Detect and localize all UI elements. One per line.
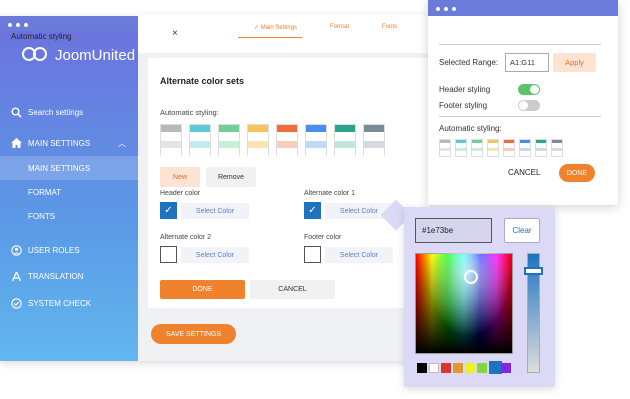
footer-color-label: Footer color (304, 234, 342, 241)
popup-style-swatch[interactable] (503, 139, 515, 157)
sidebar-subitem-main-settings[interactable]: MAIN SETTINGS (0, 156, 138, 180)
card-title: Alternate color sets (160, 76, 245, 86)
popup-titlebar (428, 0, 618, 16)
style-swatch[interactable] (363, 124, 385, 157)
sidebar-subitem-label: FORMAT (28, 187, 62, 197)
style-swatch[interactable] (218, 124, 240, 157)
tab-fonts[interactable]: Fonts (382, 24, 397, 30)
popup-title: Automatic styling (11, 32, 72, 41)
popup-automatic-styling-label: Automatic styling: (439, 124, 502, 133)
style-swatch[interactable] (247, 124, 269, 157)
sidebar-item-system-check[interactable]: SYSTEM CHECK (0, 291, 138, 315)
popup-style-swatch[interactable] (439, 139, 451, 157)
alternate-color-1-checkbox[interactable]: ✓ (304, 202, 321, 219)
home-icon (10, 137, 22, 149)
popup-style-swatch[interactable] (519, 139, 531, 157)
cancel-button[interactable]: CANCEL (250, 280, 335, 299)
divider (439, 116, 601, 117)
sidebar-item-label: USER ROLES (28, 245, 80, 255)
sidebar-item-user-roles[interactable]: USER ROLES (0, 238, 138, 262)
check-circle-icon (10, 297, 22, 309)
footer-styling-label: Footer styling (439, 101, 488, 110)
style-swatch[interactable] (334, 124, 356, 157)
close-icon[interactable]: × (172, 28, 178, 39)
style-swatch[interactable] (305, 124, 327, 157)
search-settings-label: Search settings (28, 107, 84, 117)
popup-cancel-button[interactable]: CANCEL (508, 168, 540, 177)
popup-style-swatch[interactable] (471, 139, 483, 157)
palette-swatch[interactable] (429, 363, 439, 373)
footer-color-checkbox[interactable] (304, 246, 321, 263)
sidebar-item-label: MAIN SETTINGS (28, 138, 91, 148)
sidebar-item-main-settings[interactable]: MAIN SETTINGS ︿ (0, 131, 138, 155)
remove-button[interactable]: Remove (206, 167, 256, 187)
new-button[interactable]: New (160, 167, 200, 187)
style-swatch[interactable] (189, 124, 211, 157)
done-button[interactable]: DONE (160, 280, 245, 299)
tab-main-settings[interactable]: ✓ Main Settings (254, 24, 297, 31)
style-swatch[interactable] (276, 124, 298, 157)
tab-format[interactable]: Format (330, 24, 349, 30)
palette-swatch[interactable] (453, 363, 463, 373)
selected-range-label: Selected Range: (439, 58, 499, 67)
sidebar-subitem-fonts[interactable]: FONTS (0, 204, 138, 228)
header-color-checkbox[interactable]: ✓ (160, 202, 177, 219)
search-settings[interactable]: Search settings (0, 100, 138, 124)
active-tab-underline (238, 37, 302, 38)
alternate-color-2-checkbox[interactable] (160, 246, 177, 263)
alternate-color-1-label: Alternate color 1 (304, 190, 355, 197)
sidebar-item-label: SYSTEM CHECK (28, 298, 92, 308)
alternate-color-2-select-button[interactable]: Select Color (181, 247, 249, 263)
spectrum-highlight (415, 253, 513, 354)
header-styling-toggle[interactable] (518, 84, 540, 95)
sidebar-subitem-label: MAIN SETTINGS (28, 163, 91, 173)
sidebar-subitem-format[interactable]: FORMAT (0, 180, 138, 204)
palette-swatch[interactable] (477, 363, 487, 373)
popup-style-swatch[interactable] (487, 139, 499, 157)
automatic-styling-label: Automatic styling: (160, 108, 219, 117)
clear-button[interactable]: Clear (504, 218, 540, 243)
footer-styling-toggle[interactable] (518, 100, 540, 111)
header-styling-label: Header styling (439, 85, 491, 94)
palette-swatch[interactable] (441, 363, 451, 373)
divider (439, 44, 601, 45)
translation-icon (10, 270, 22, 282)
spectrum-cursor[interactable] (464, 270, 478, 284)
logo: JoomUnited (22, 45, 135, 65)
header-select-color-button[interactable]: Select Color (181, 203, 249, 219)
sidebar: JoomUnited Search settings MAIN SETTINGS… (0, 31, 138, 361)
save-settings-button[interactable]: SAVE SETTINGS (151, 324, 236, 344)
alternate-color-2-label: Alternate color 2 (160, 234, 211, 241)
style-swatch[interactable] (160, 124, 182, 157)
footer-select-color-button[interactable]: Select Color (325, 247, 393, 263)
hue-slider-handle[interactable] (524, 267, 543, 275)
palette-swatch[interactable] (465, 363, 475, 373)
search-icon (10, 106, 22, 118)
chevron-up-icon[interactable]: ︿ (118, 138, 126, 149)
apply-button[interactable]: Apply (553, 53, 596, 72)
palette-swatch[interactable] (501, 363, 511, 373)
selected-range-input[interactable]: A1:G11 (505, 53, 549, 72)
popup-style-swatch[interactable] (551, 139, 563, 157)
top-navigation: ✓ Main Settings Format Fonts (138, 15, 430, 53)
popup-style-swatch[interactable] (455, 139, 467, 157)
popup-done-button[interactable]: DONE (559, 164, 595, 182)
sidebar-item-label: TRANSLATION (28, 271, 84, 281)
hex-color-input[interactable]: #1e73be (415, 218, 492, 243)
sidebar-item-translation[interactable]: TRANSLATION (0, 264, 138, 288)
logo-icon (22, 45, 52, 65)
header-color-label: Header color (160, 190, 201, 197)
popup-style-swatch[interactable] (535, 139, 547, 157)
sidebar-subitem-label: FONTS (28, 211, 56, 221)
user-icon (10, 244, 22, 256)
palette-swatch[interactable] (417, 363, 427, 373)
logo-text: JoomUnited (55, 46, 136, 64)
